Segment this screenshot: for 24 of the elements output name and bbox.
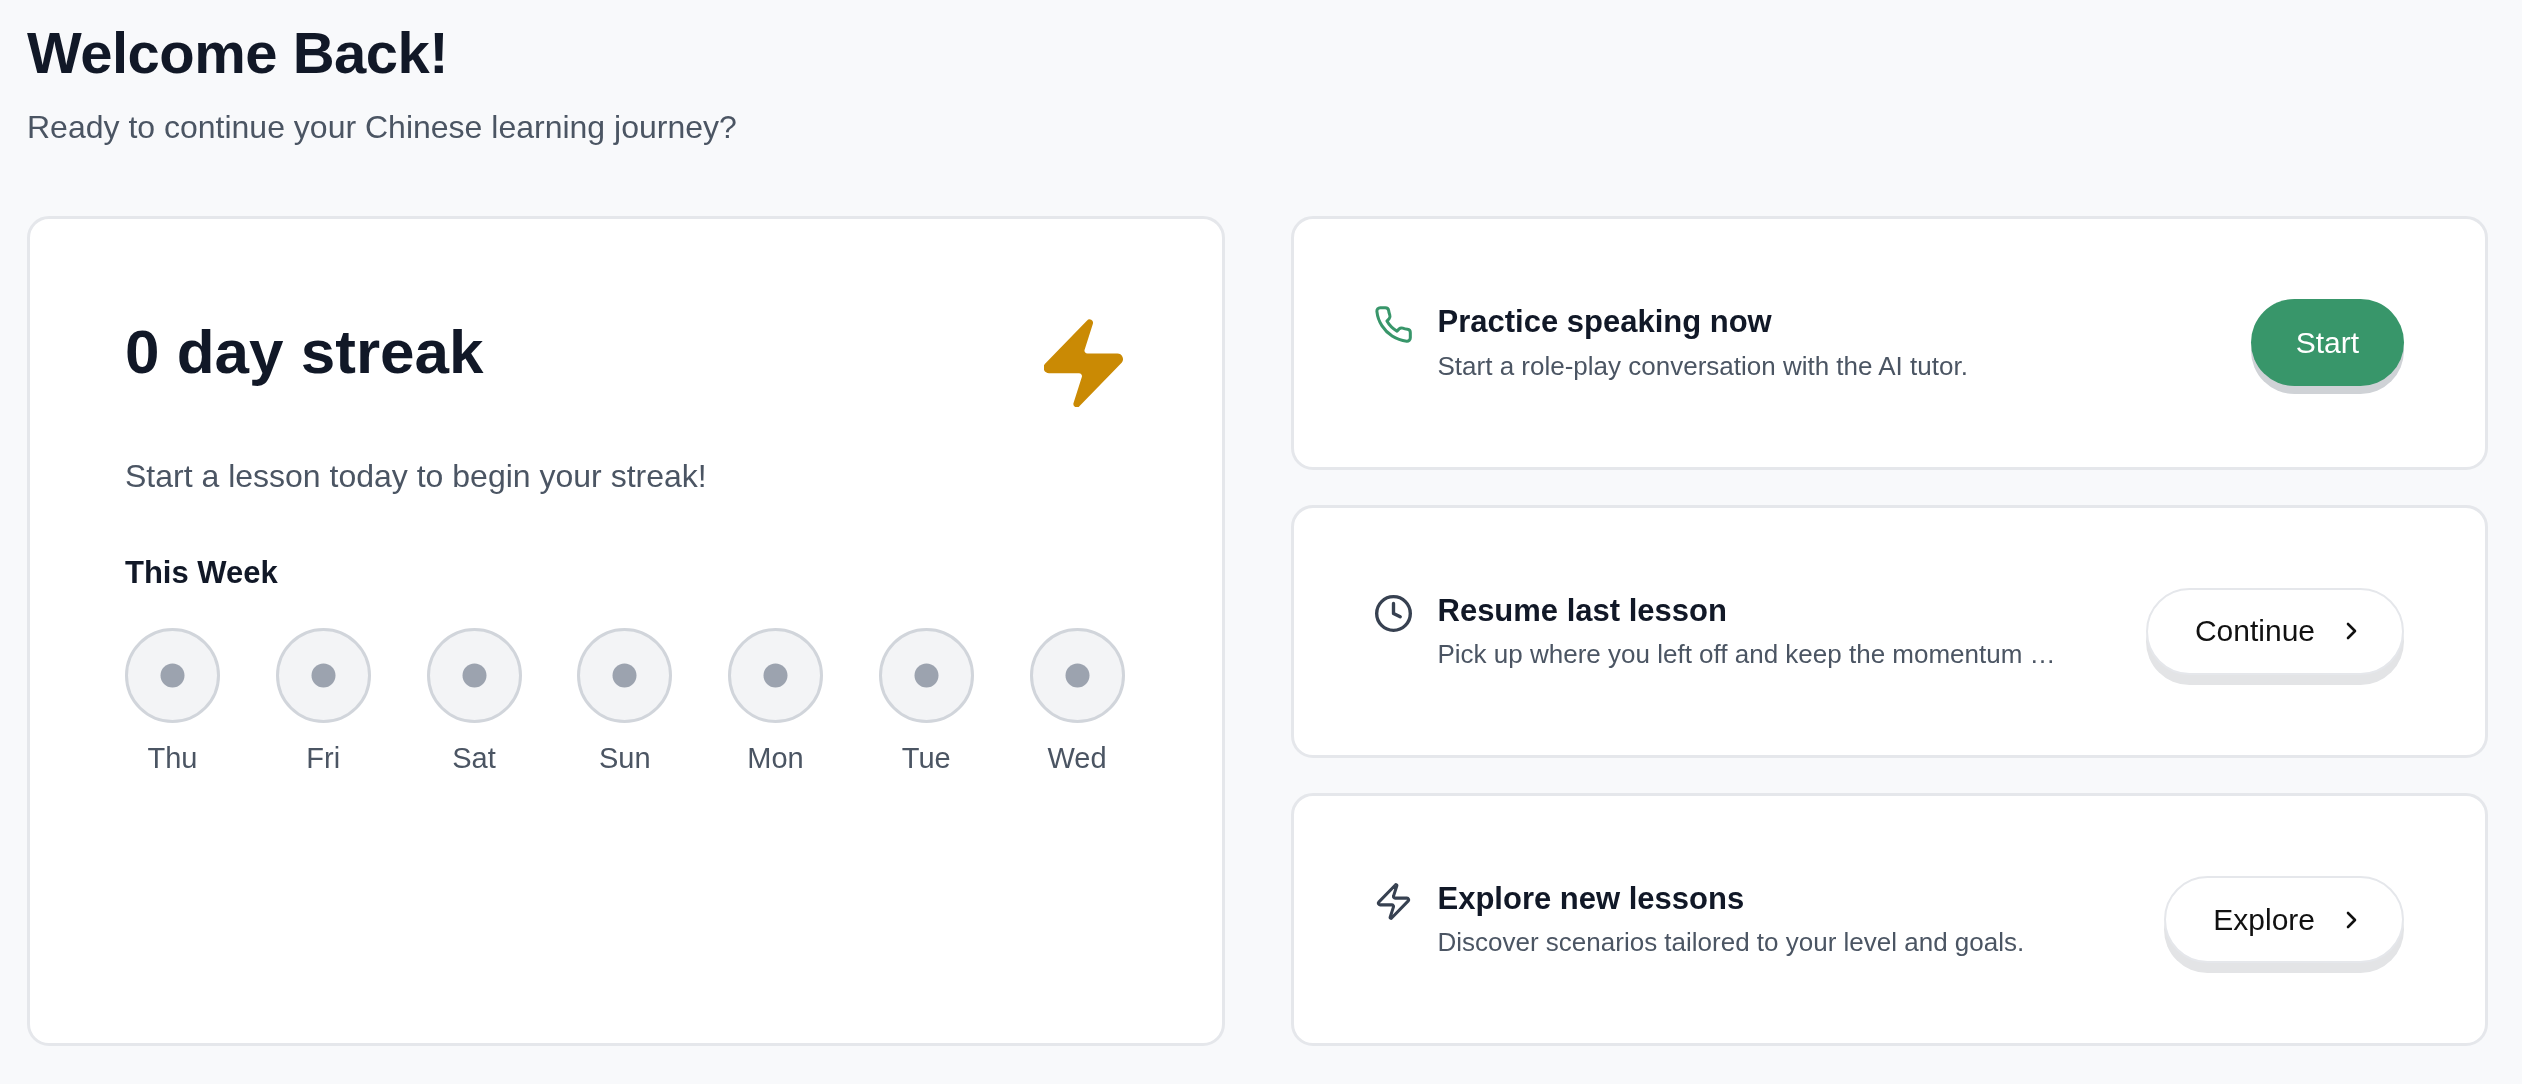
day-label: Mon [747,741,804,777]
action-title: Practice speaking now [1437,303,1773,342]
lightning-icon [1374,882,1412,920]
lightning-icon [1043,319,1125,408]
day-label: Wed [1047,741,1107,777]
action-title: Resume last lesson [1437,591,1728,630]
day-label: Tue [901,741,951,777]
action-description: Pick up where you left off and keep the momentum … [1437,637,2056,671]
action-description: Start a role-play conversation with the AI tutor. [1437,349,1968,383]
week-label: This Week [125,553,279,592]
phone-icon [1374,306,1412,344]
streak-title: 0 day streak [125,316,484,389]
page-subtitle: Ready to continue your Chinese learning journey? [27,107,738,147]
action-description: Discover scenarios tailored to your level and goals. [1437,926,2025,960]
chevron-right-icon [2345,621,2358,642]
day-label: Thu [147,741,198,777]
clock-icon [1374,594,1412,632]
day-label: Fri [306,741,341,777]
day-label: Sat [452,741,496,777]
day-label: Sun [598,741,651,777]
action-title: Explore new lessons [1437,879,1746,918]
page-title: Welcome Back! [27,19,450,87]
streak-message: Start a lesson today to begin your streak! [125,457,708,497]
chevron-right-icon [2345,909,2358,930]
